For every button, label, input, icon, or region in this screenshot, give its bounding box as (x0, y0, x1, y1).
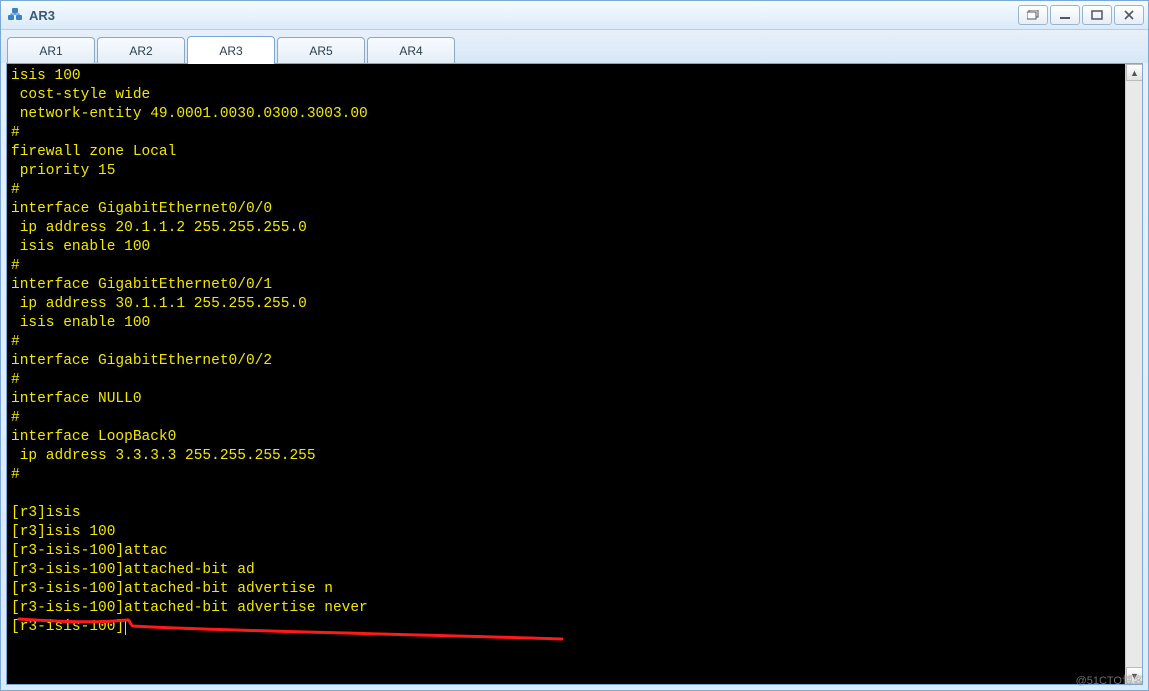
restore-button[interactable] (1018, 5, 1048, 25)
app-window: AR3 (0, 0, 1149, 691)
restore-icon (1027, 10, 1039, 20)
window-title: AR3 (29, 8, 55, 23)
maximize-icon (1091, 10, 1103, 20)
scroll-up-button[interactable]: ▲ (1126, 64, 1143, 81)
tab-ar2[interactable]: AR2 (97, 37, 185, 64)
tab-ar4[interactable]: AR4 (367, 37, 455, 64)
watermark: @51CTO博客 (1076, 672, 1144, 688)
close-icon (1123, 10, 1135, 20)
text-cursor (125, 620, 126, 635)
maximize-button[interactable] (1082, 5, 1112, 25)
tab-label: AR2 (129, 44, 152, 58)
app-icon (7, 7, 23, 23)
tab-ar3[interactable]: AR3 (187, 36, 275, 64)
window-controls (1018, 5, 1144, 25)
tab-label: AR3 (219, 44, 242, 58)
vertical-scrollbar[interactable]: ▲ ▼ (1125, 64, 1142, 684)
terminal[interactable]: isis 100 cost-style wide network-entity … (7, 64, 1125, 684)
close-button[interactable] (1114, 5, 1144, 25)
tab-label: AR5 (309, 44, 332, 58)
tab-ar1[interactable]: AR1 (7, 37, 95, 64)
terminal-wrapper: isis 100 cost-style wide network-entity … (6, 63, 1143, 685)
title-bar: AR3 (1, 1, 1148, 30)
minimize-icon (1059, 10, 1071, 20)
title-left: AR3 (7, 7, 55, 23)
tab-label: AR4 (399, 44, 422, 58)
tab-ar5[interactable]: AR5 (277, 37, 365, 64)
minimize-button[interactable] (1050, 5, 1080, 25)
tab-strip: AR1 AR2 AR3 AR5 AR4 (1, 30, 1148, 63)
chevron-up-icon: ▲ (1130, 68, 1139, 78)
tab-label: AR1 (39, 44, 62, 58)
